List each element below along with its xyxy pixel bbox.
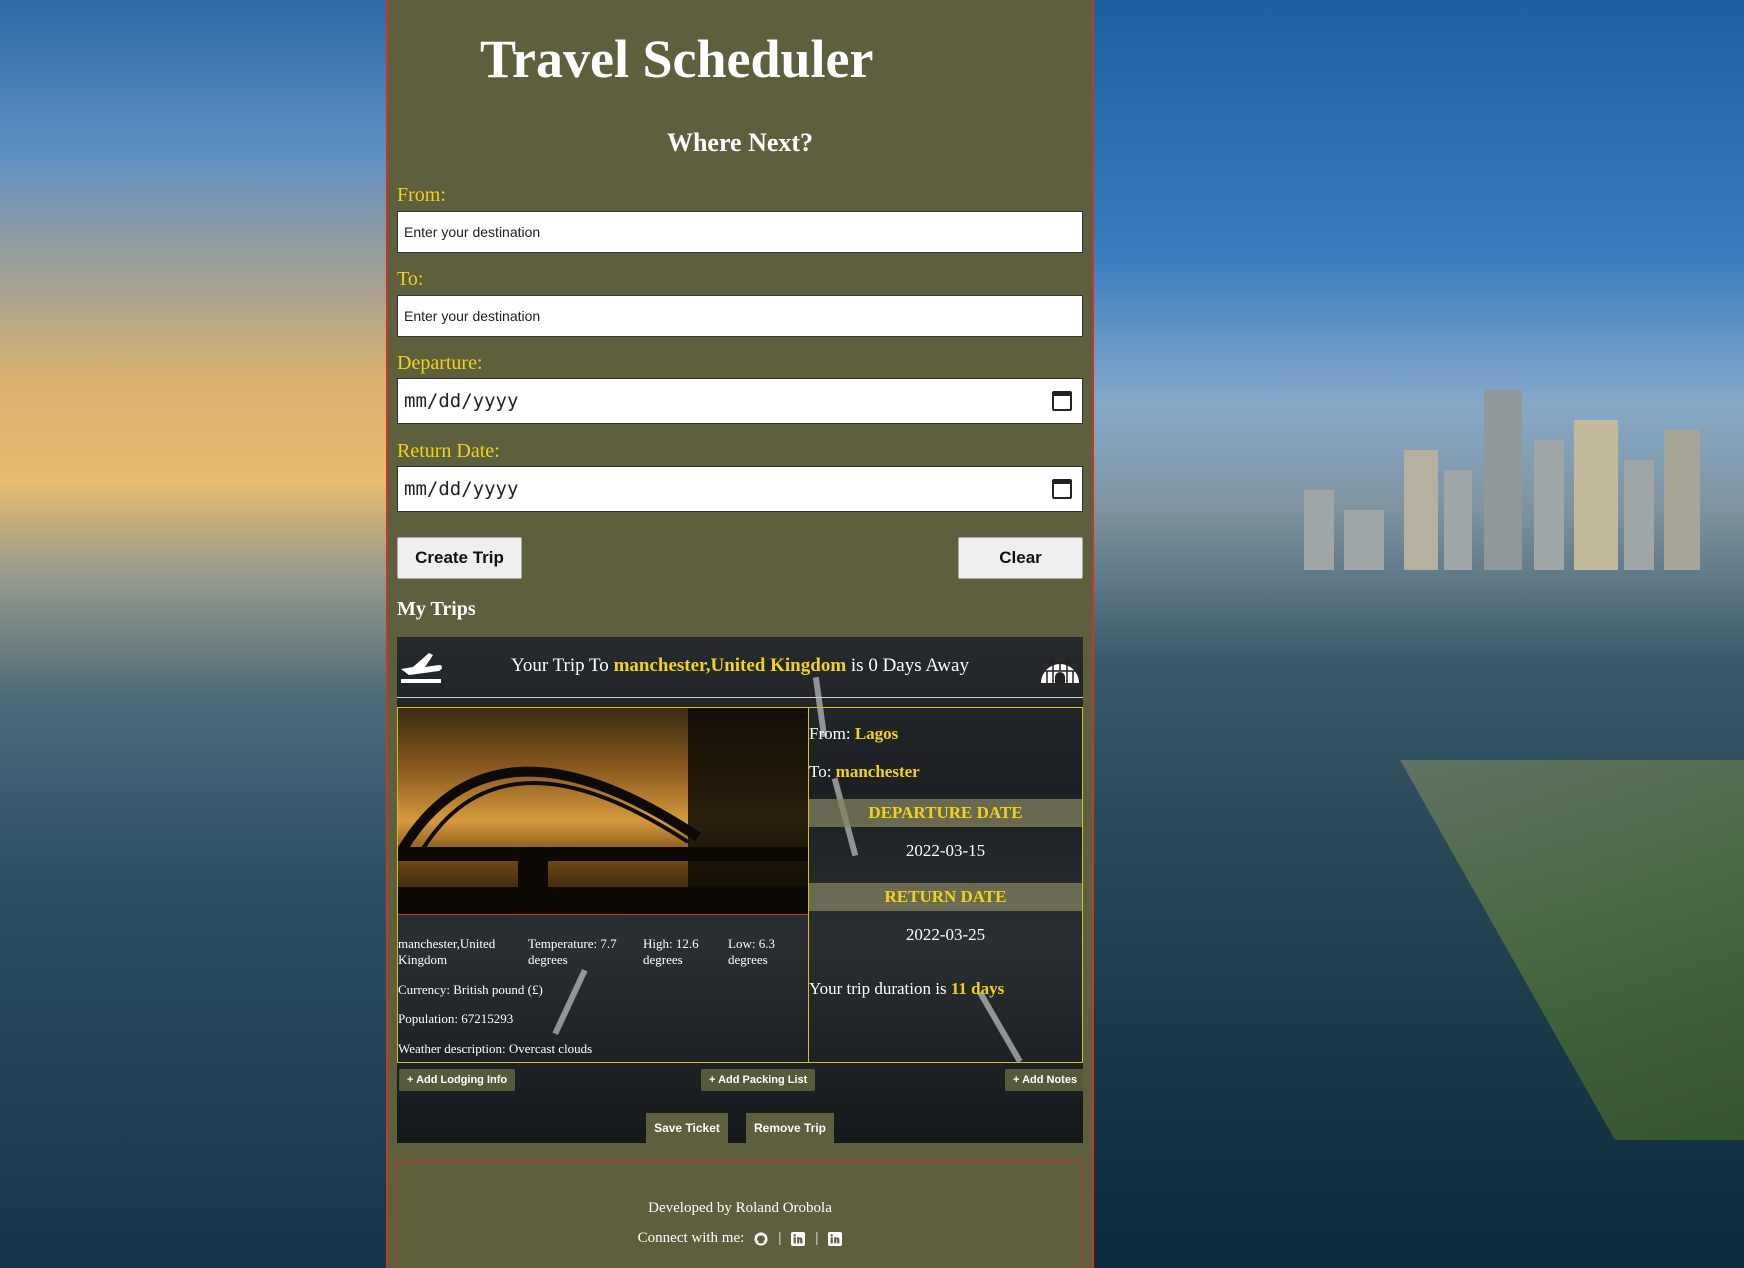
trip-high-temp: High: 12.6 degrees bbox=[643, 936, 699, 967]
save-ticket-button[interactable]: Save Ticket bbox=[646, 1113, 728, 1143]
igloo-icon bbox=[1041, 655, 1079, 683]
return-date-placeholder: mm/dd/yyyy bbox=[404, 478, 519, 500]
page-title: Travel Scheduler bbox=[480, 29, 874, 89]
trip-header-prefix: Your Trip To bbox=[511, 655, 614, 676]
to-value: manchester bbox=[835, 762, 920, 781]
departure-label: Departure: bbox=[397, 352, 483, 374]
departure-date-input[interactable]: mm/dd/yyyy bbox=[397, 378, 1083, 424]
separator: | bbox=[815, 1230, 819, 1246]
trip-population: Population: 67215293 bbox=[398, 1011, 514, 1026]
trip-destination: manchester,United Kingdom bbox=[613, 655, 847, 676]
clear-button[interactable]: Clear bbox=[958, 537, 1083, 579]
from-input[interactable]: Enter your destination bbox=[397, 211, 1083, 253]
to-input[interactable]: Enter your destination bbox=[397, 295, 1083, 337]
duration-value: 11 days bbox=[950, 979, 1005, 998]
add-packing-list-button[interactable]: + Add Packing List bbox=[701, 1069, 816, 1091]
return-date-heading: RETURN DATE bbox=[809, 883, 1082, 911]
trip-info-column: manchester,United Kingdom Temperature: 7… bbox=[397, 707, 809, 1063]
trip-header-suffix: is 0 Days Away bbox=[846, 655, 969, 676]
to-label: To: bbox=[397, 268, 424, 290]
to-input-placeholder: Enter your destination bbox=[404, 308, 541, 324]
from-input-placeholder: Enter your destination bbox=[404, 224, 541, 240]
add-lodging-button[interactable]: + Add Lodging Info bbox=[399, 1069, 516, 1091]
from-label: From: bbox=[397, 184, 446, 206]
linkedin-icon[interactable] bbox=[791, 1231, 806, 1246]
developer-credit: Developed by Roland Orobola bbox=[648, 1200, 832, 1216]
linkedin-icon[interactable] bbox=[828, 1231, 843, 1246]
trip-location: manchester,United Kingdom bbox=[398, 936, 496, 967]
my-trips-heading: My Trips bbox=[397, 598, 476, 620]
return-date-input[interactable]: mm/dd/yyyy bbox=[397, 466, 1083, 512]
trip-weather: Weather description: Overcast clouds bbox=[398, 1041, 593, 1056]
trip-header: Your Trip To manchester,United Kingdom i… bbox=[397, 637, 1083, 698]
departure-date-value: 2022-03-15 bbox=[905, 841, 986, 860]
calendar-icon[interactable] bbox=[1052, 391, 1072, 411]
trip-temperature: Temperature: 7.7 degrees bbox=[528, 936, 617, 967]
departure-date-placeholder: mm/dd/yyyy bbox=[404, 390, 519, 412]
departure-date-heading: DEPARTURE DATE bbox=[809, 799, 1082, 827]
create-trip-button[interactable]: Create Trip bbox=[397, 537, 522, 579]
duration-label: Your trip duration is bbox=[809, 979, 951, 998]
footer: Developed by Roland Orobola Connect with… bbox=[397, 1161, 1083, 1268]
from-label: From: bbox=[809, 724, 855, 743]
remove-trip-button[interactable]: Remove Trip bbox=[746, 1113, 834, 1143]
trip-low-temp: Low: 6.3 degrees bbox=[728, 936, 775, 967]
trip-currency: Currency: British pound (£) bbox=[398, 982, 543, 997]
connect-label: Connect with me: bbox=[637, 1230, 745, 1246]
trip-card: Your Trip To manchester,United Kingdom i… bbox=[397, 637, 1083, 1143]
github-icon[interactable] bbox=[754, 1231, 768, 1246]
add-notes-button[interactable]: + Add Notes bbox=[1005, 1069, 1083, 1091]
calendar-icon[interactable] bbox=[1052, 479, 1072, 499]
return-date-label: Return Date: bbox=[397, 440, 500, 462]
background-left-waterfront bbox=[0, 0, 386, 1268]
background-right-city-skyline bbox=[1094, 0, 1744, 1268]
return-date-value: 2022-03-25 bbox=[905, 925, 986, 944]
to-label: To: bbox=[809, 762, 836, 781]
separator: | bbox=[778, 1230, 782, 1246]
trip-dates-column: From: Lagos To: manchester DEPARTURE DAT… bbox=[809, 707, 1083, 1063]
from-value: Lagos bbox=[854, 724, 899, 743]
